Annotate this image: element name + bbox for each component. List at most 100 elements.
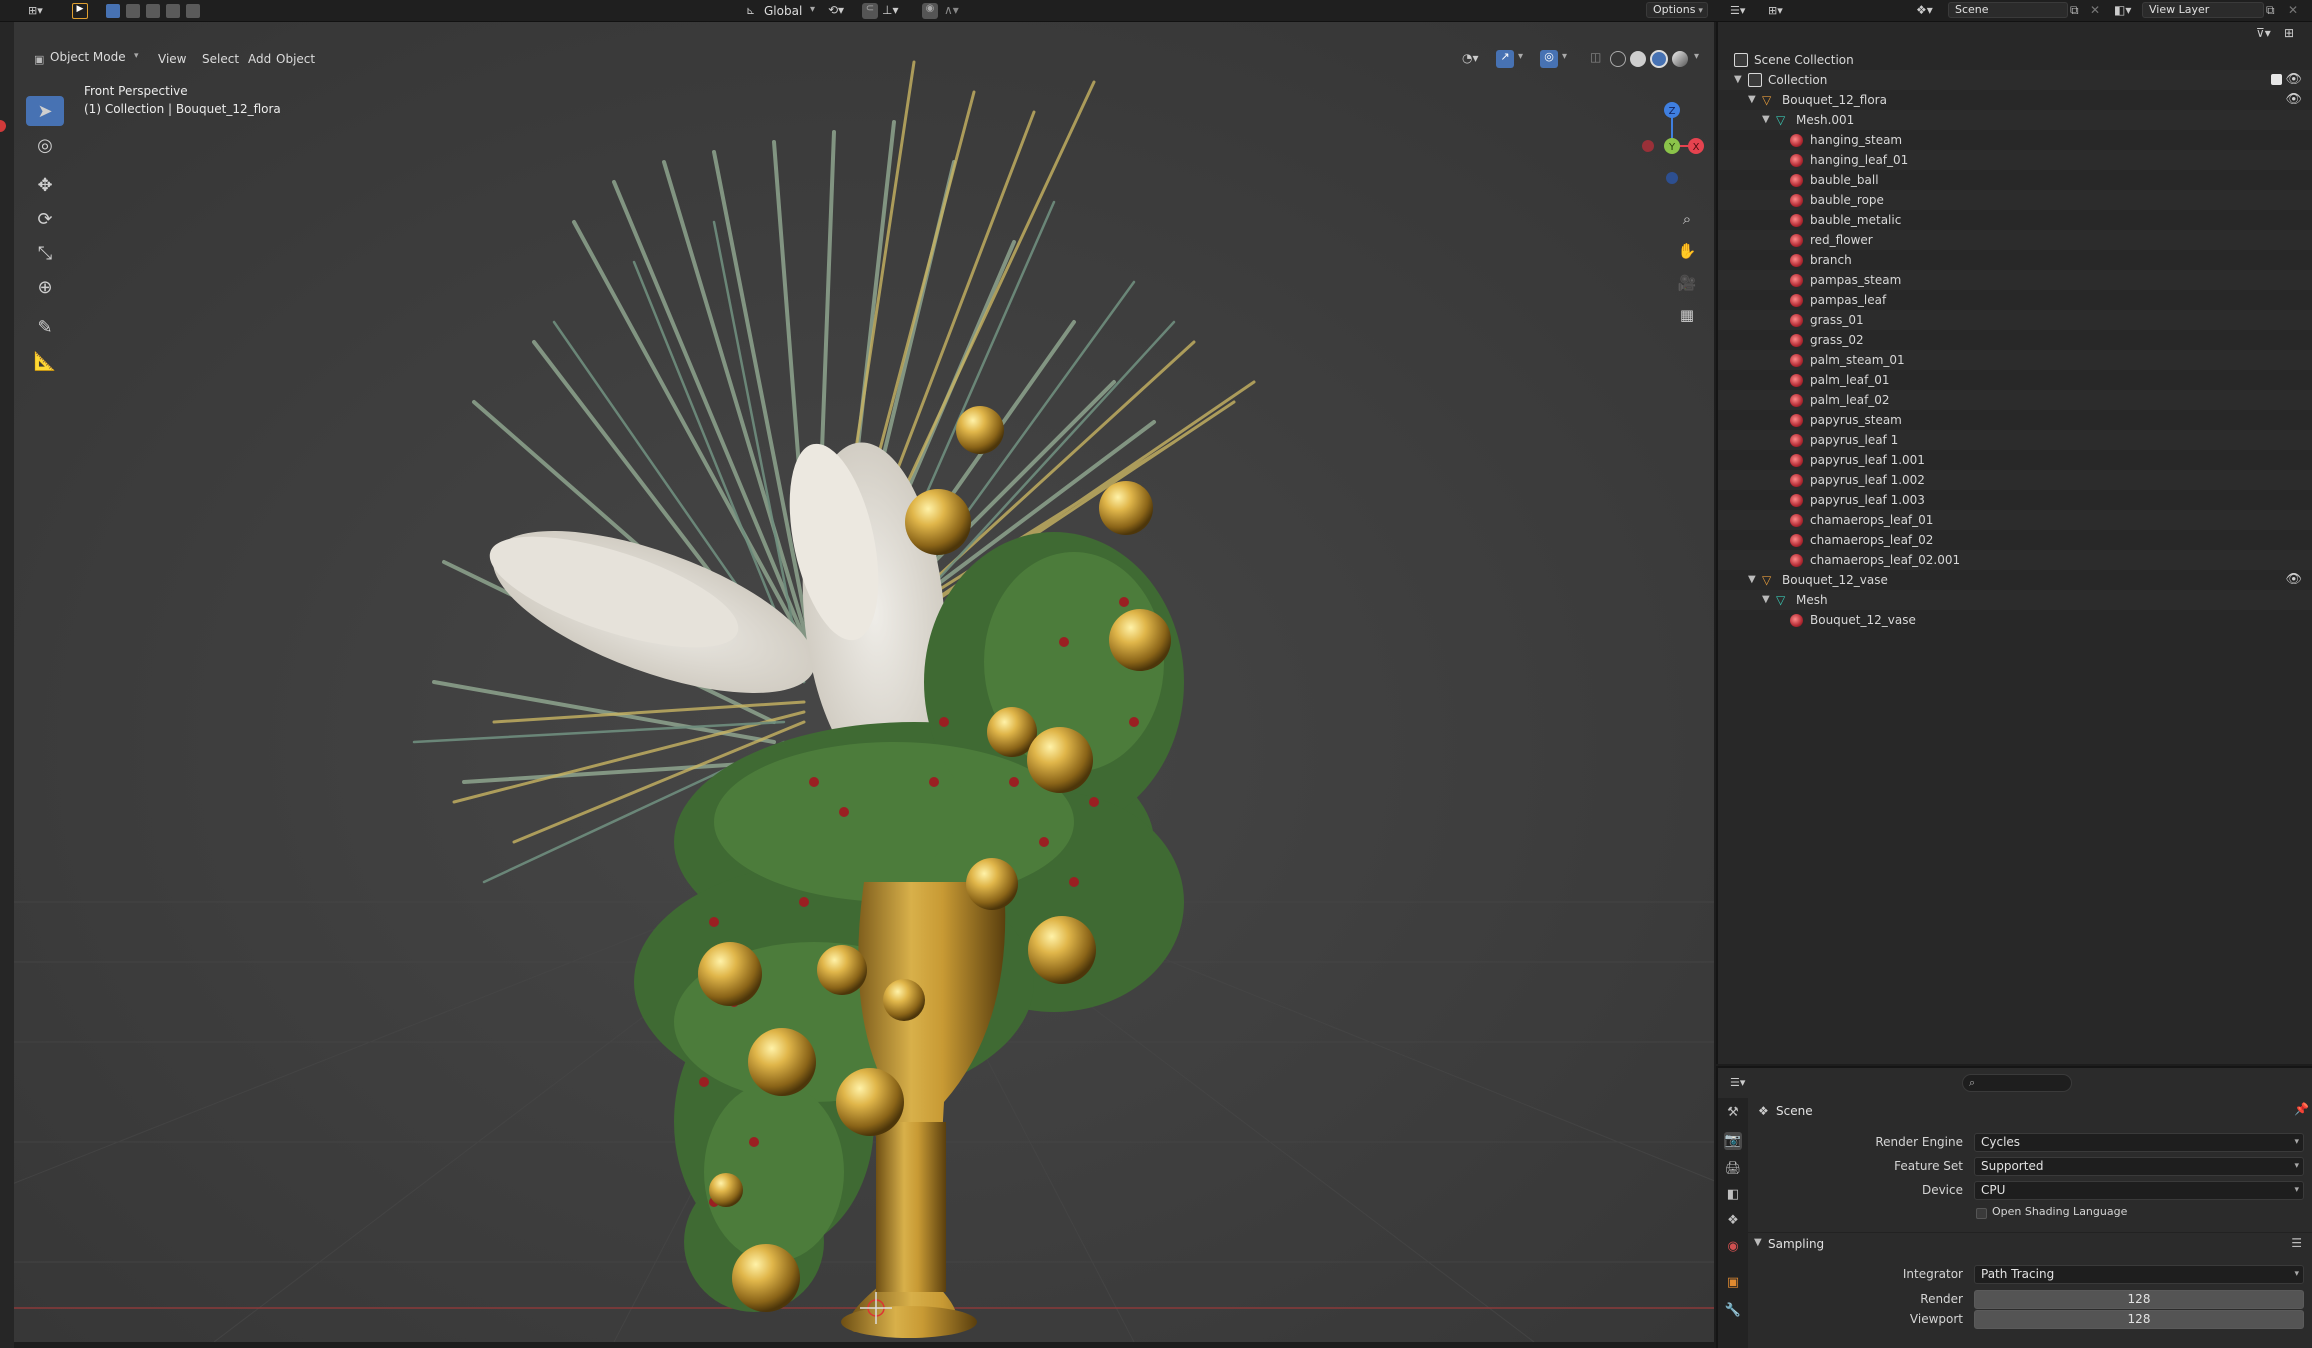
3d-viewport[interactable]: ▣ Object Mode ▾ View Select Add Object ◔… <box>14 22 1714 1342</box>
visibility-eye-icon[interactable]: 👁 <box>2285 70 2302 90</box>
outliner-material-row[interactable]: palm_leaf_01 <box>1718 370 2312 390</box>
view-layer-name-field[interactable]: View Layer <box>2142 2 2264 18</box>
expand-arrow-icon[interactable]: ▼ <box>1762 590 1770 610</box>
outliner-material-row[interactable]: palm_leaf_02 <box>1718 390 2312 410</box>
xray-toggle-icon[interactable]: ◫ <box>1590 50 1601 64</box>
menu-view[interactable]: View <box>152 50 192 68</box>
visibility-eye-icon[interactable]: 👁 <box>2285 570 2302 590</box>
gizmo-toggle-icon[interactable]: ↗ <box>1496 50 1514 68</box>
exclude-checkbox-icon[interactable] <box>2271 74 2282 85</box>
delete-view-layer-icon[interactable]: ✕ <box>2288 3 2298 17</box>
select-tool-icon[interactable]: ▶ <box>72 3 88 19</box>
outliner-material-row[interactable]: papyrus_leaf 1.002 <box>1718 470 2312 490</box>
expand-arrow-icon[interactable]: ▼ <box>1748 90 1756 110</box>
outliner-row[interactable]: ▼ ▽ Mesh <box>1718 590 2312 610</box>
outliner-filter-icon[interactable]: ⊽▾ <box>2256 26 2271 40</box>
rotate-tool[interactable]: ⟳ <box>26 204 64 234</box>
outliner-material-row[interactable]: hanging_leaf_01 <box>1718 150 2312 170</box>
overlay-dropdown-icon[interactable]: ▾ <box>1562 51 1567 62</box>
scene-name-field[interactable]: Scene <box>1948 2 2068 18</box>
viewport-samples-field[interactable]: 128 <box>1974 1310 2304 1329</box>
outliner-row[interactable]: Scene Collection <box>1718 50 2312 70</box>
outliner-row[interactable]: ▼ ▽ Bouquet_12_vase 👁 <box>1718 570 2312 590</box>
outliner-material-row[interactable]: branch <box>1718 250 2312 270</box>
shading-material-icon[interactable] <box>1650 50 1668 68</box>
display-mode-icon[interactable]: ⊞▾ <box>1768 4 1783 17</box>
scale-tool[interactable]: ⤡ <box>26 238 64 268</box>
outliner-material-row[interactable]: chamaerops_leaf_02.001 <box>1718 550 2312 570</box>
outliner-material-row[interactable]: papyrus_steam <box>1718 410 2312 430</box>
select-box-tool[interactable]: ➤ <box>26 96 64 126</box>
editor-type-icon[interactable]: ⊞▾ <box>28 4 50 18</box>
outliner-material-row[interactable]: papyrus_leaf 1.001 <box>1718 450 2312 470</box>
shading-solid-icon[interactable] <box>1630 51 1646 67</box>
integrator-select[interactable]: Path Tracing ▾ <box>1974 1265 2304 1284</box>
record-icon[interactable] <box>0 120 6 132</box>
menu-object[interactable]: Object <box>270 50 321 68</box>
world-tab-icon[interactable]: ◉ <box>1724 1238 1742 1256</box>
outliner-material-row[interactable]: hanging_steam <box>1718 130 2312 150</box>
overlay-toggle-icon[interactable]: ◎ <box>1540 50 1558 68</box>
osl-checkbox[interactable] <box>1976 1208 1987 1219</box>
outliner-material-row[interactable]: chamaerops_leaf_01 <box>1718 510 2312 530</box>
pivot-point-icon[interactable]: ⟲▾ <box>828 3 844 17</box>
options-button[interactable]: Options ▾ <box>1646 2 1708 18</box>
outliner-material-row[interactable]: bauble_metalic <box>1718 210 2312 230</box>
pin-icon[interactable]: 📌 <box>2294 1102 2309 1116</box>
new-scene-icon[interactable]: ⧉ <box>2070 3 2079 18</box>
outliner-material-row[interactable]: palm_steam_01 <box>1718 350 2312 370</box>
properties-search-input[interactable]: ⌕ <box>1962 1074 2072 1092</box>
view-layer-icon[interactable]: ◧▾ <box>2114 3 2131 17</box>
shading-wireframe-icon[interactable] <box>1610 51 1626 67</box>
zoom-icon[interactable]: ⌕ <box>1674 206 1700 232</box>
transform-orientation-select[interactable]: Global <box>764 4 802 18</box>
expand-arrow-icon[interactable]: ▼ <box>1762 110 1770 130</box>
new-view-layer-icon[interactable]: ⧉ <box>2266 3 2275 18</box>
selection-mode-invert-icon[interactable] <box>166 4 180 18</box>
cursor-tool[interactable]: ◎ <box>26 130 64 160</box>
properties-editor-type-icon[interactable]: ☰▾ <box>1730 1076 1745 1089</box>
outliner-material-row[interactable]: grass_01 <box>1718 310 2312 330</box>
transform-tool[interactable]: ⊕ <box>26 272 64 302</box>
device-select[interactable]: CPU ▾ <box>1974 1181 2304 1200</box>
render-samples-field[interactable]: 128 <box>1974 1290 2304 1309</box>
snap-target-icon[interactable]: ⊥▾ <box>882 3 898 17</box>
annotate-tool[interactable]: ✎ <box>26 312 64 342</box>
outliner-material-row[interactable]: red_flower <box>1718 230 2312 250</box>
feature-set-select[interactable]: Supported ▾ <box>1974 1157 2304 1176</box>
outliner-material-row[interactable]: pampas_leaf <box>1718 290 2312 310</box>
expand-arrow-icon[interactable]: ▼ <box>1734 70 1742 90</box>
scene-tab-icon[interactable]: ❖ <box>1724 1212 1742 1230</box>
outliner-material-row[interactable]: chamaerops_leaf_02 <box>1718 530 2312 550</box>
selection-mode-intersect-icon[interactable] <box>186 4 200 18</box>
snap-icon[interactable]: ⊂ <box>862 3 878 19</box>
delete-scene-icon[interactable]: ✕ <box>2090 3 2100 17</box>
outliner-material-row[interactable]: papyrus_leaf 1 <box>1718 430 2312 450</box>
move-tool[interactable]: ✥ <box>26 170 64 200</box>
outliner-material-row[interactable]: bauble_rope <box>1718 190 2312 210</box>
perspective-toggle-icon[interactable]: ▦ <box>1674 302 1700 328</box>
expand-arrow-icon[interactable]: ▼ <box>1748 570 1756 590</box>
list-icon[interactable]: ☰ <box>2291 1236 2302 1250</box>
outliner-material-row[interactable]: bauble_ball <box>1718 170 2312 190</box>
tool-tab-icon[interactable]: ⚒ <box>1724 1104 1742 1122</box>
menu-select[interactable]: Select <box>196 50 245 68</box>
gizmo-dropdown-icon[interactable]: ▾ <box>1518 51 1523 62</box>
outliner-material-row[interactable]: pampas_steam <box>1718 270 2312 290</box>
navigation-gizmo[interactable]: Z X Y <box>1624 84 1704 204</box>
outliner-material-row[interactable]: grass_02 <box>1718 330 2312 350</box>
measure-tool[interactable]: 📐 <box>26 346 64 376</box>
mode-select[interactable]: ▣ Object Mode ▾ <box>30 50 146 70</box>
outliner-row[interactable]: ▼ ▽ Bouquet_12_flora 👁 <box>1718 90 2312 110</box>
outliner-material-row[interactable]: papyrus_leaf 1.003 <box>1718 490 2312 510</box>
outliner-editor-type-icon[interactable]: ☰▾ <box>1730 4 1745 17</box>
outliner-row[interactable]: ▼ Collection 👁 <box>1718 70 2312 90</box>
scene-icon[interactable]: ❖▾ <box>1916 3 1933 17</box>
pan-hand-icon[interactable]: ✋ <box>1674 238 1700 264</box>
sampling-panel-header[interactable]: ▼ Sampling ☰ <box>1748 1232 2312 1256</box>
visibility-icon[interactable]: ◔▾ <box>1462 51 1479 65</box>
selection-mode-extend-icon[interactable] <box>126 4 140 18</box>
proportional-falloff-icon[interactable]: ∧▾ <box>944 3 959 17</box>
proportional-editing-icon[interactable]: ◉ <box>922 3 938 19</box>
outliner-material-row[interactable]: Bouquet_12_vase <box>1718 610 2312 630</box>
